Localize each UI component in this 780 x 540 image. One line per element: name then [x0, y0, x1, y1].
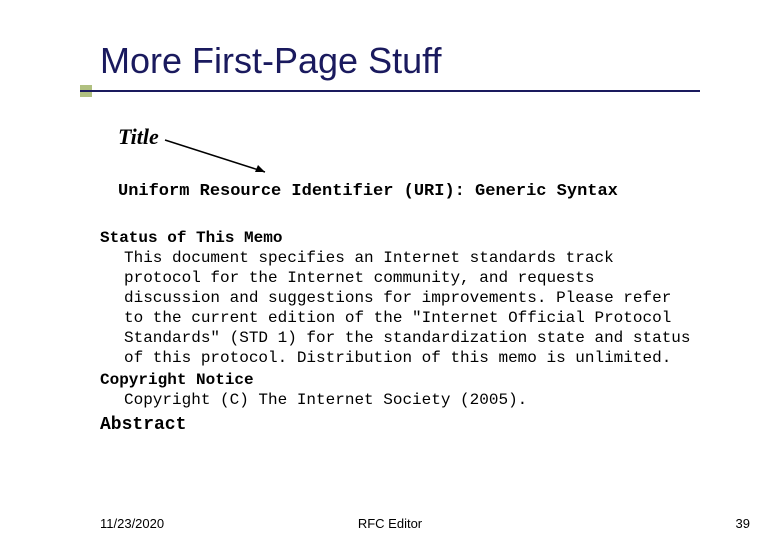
- annotation-title-label: Title: [118, 124, 159, 150]
- copyright-heading: Copyright Notice: [100, 370, 700, 390]
- copyright-body: Copyright (C) The Internet Society (2005…: [100, 390, 700, 410]
- slide-title: More First-Page Stuff: [100, 40, 441, 82]
- document-body: Status of This Memo This document specif…: [100, 228, 700, 437]
- footer-page-number: 39: [736, 516, 750, 531]
- arrow-icon: [160, 132, 280, 182]
- title-underline: [80, 90, 700, 92]
- footer-date: 11/23/2020: [100, 516, 164, 531]
- abstract-heading: Abstract: [100, 414, 700, 437]
- document-title: Uniform Resource Identifier (URI): Gener…: [118, 182, 618, 201]
- status-heading: Status of This Memo: [100, 228, 700, 248]
- status-body: This document specifies an Internet stan…: [100, 248, 700, 368]
- footer-center: RFC Editor: [358, 516, 422, 531]
